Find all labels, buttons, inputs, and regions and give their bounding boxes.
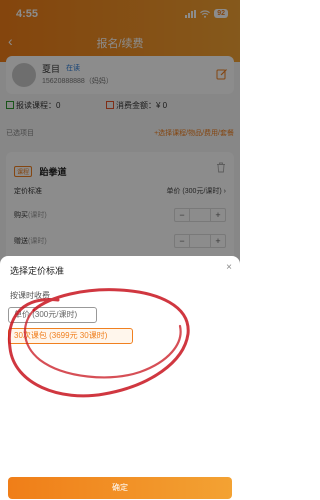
pricing-option-package[interactable]: 30次课包 (3699元 30课时) (8, 328, 133, 344)
sheet-title: 选择定价标准 (10, 266, 65, 276)
pricing-section-label: 按课时收费 (10, 291, 50, 300)
pricing-option-unit-price[interactable]: 单价 (300元/课时) (8, 307, 97, 323)
close-icon[interactable]: × (226, 262, 232, 273)
pricing-bottom-sheet: 选择定价标准 × 按课时收费 单价 (300元/课时) 30次课包 (3699元… (0, 256, 240, 500)
confirm-button[interactable]: 确定 (8, 477, 232, 499)
